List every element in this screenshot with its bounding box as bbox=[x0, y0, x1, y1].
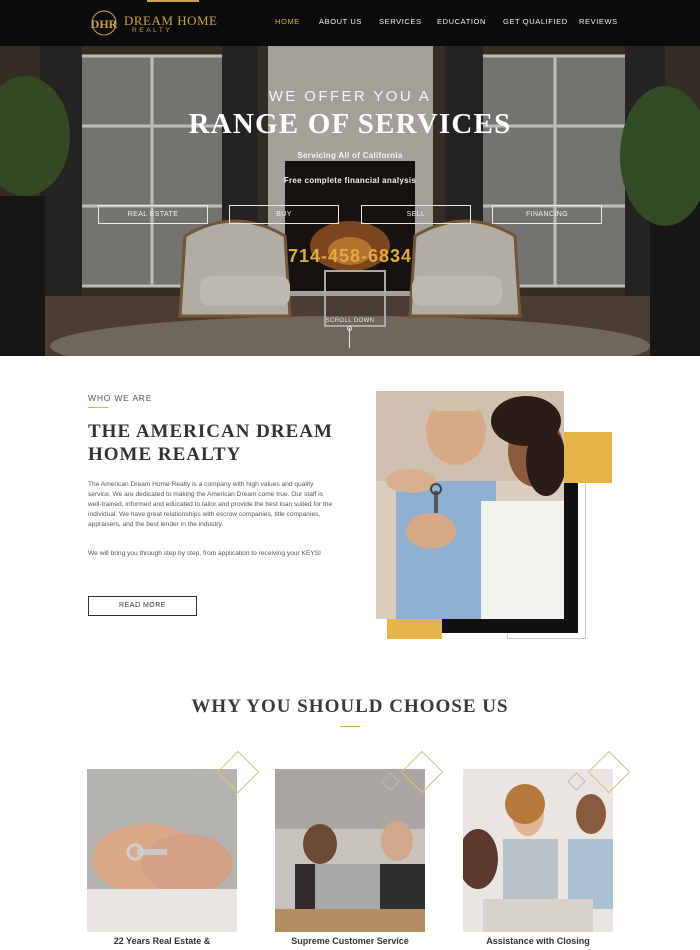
nav-education[interactable]: EDUCATION bbox=[437, 17, 486, 26]
hero-tagline: Free complete financial analysis bbox=[283, 176, 417, 185]
nav-about-us[interactable]: ABOUT US bbox=[319, 17, 362, 26]
buy-button[interactable]: BUY bbox=[229, 205, 339, 224]
nav-accent-line bbox=[147, 0, 199, 2]
hero-subtitle: Servicing All of California bbox=[297, 151, 403, 160]
scroll-line bbox=[349, 328, 350, 348]
customer-service-image bbox=[275, 769, 425, 932]
why-title: WHY YOU SHOULD CHOOSE US bbox=[191, 696, 509, 717]
nav-reviews[interactable]: REVIEWS bbox=[579, 17, 618, 26]
about-title: THE AMERICAN DREAM HOME REALTY bbox=[88, 420, 348, 466]
nav-get-qualified[interactable]: GET QUALIFIED bbox=[503, 17, 568, 26]
top-nav: DHR DREAM HOME REALTY HOME ABOUT US SERV… bbox=[0, 0, 700, 46]
card-title-experience: 22 Years Real Estate & bbox=[113, 936, 211, 946]
read-more-button[interactable]: READ MORE bbox=[88, 596, 197, 616]
card-image-closing[interactable] bbox=[463, 769, 613, 932]
about-paragraph-2: We will bring you through step by step, … bbox=[88, 550, 321, 557]
about-title-line2: HOME REALTY bbox=[88, 444, 242, 465]
real-estate-button[interactable]: REAL ESTATE bbox=[98, 205, 208, 224]
card-title-closing-assistance: Assistance with Closing bbox=[486, 936, 590, 946]
hands-keys-image bbox=[87, 769, 237, 932]
nav-home[interactable]: HOME bbox=[275, 17, 300, 26]
scroll-down-label[interactable]: SCROLL DOWN bbox=[0, 318, 700, 324]
decor-gold-block-bottom bbox=[387, 619, 442, 639]
card-title-customer-service: Supreme Customer Service bbox=[291, 936, 409, 946]
phone-number[interactable]: 714-458-6834 bbox=[0, 246, 700, 267]
about-accent-rule bbox=[88, 407, 108, 408]
brand-subtitle: REALTY bbox=[132, 27, 173, 34]
card-image-service[interactable] bbox=[275, 769, 425, 932]
couple-photo-image bbox=[376, 391, 564, 619]
hero-section: WE OFFER YOU A RANGE OF SERVICES Servici… bbox=[0, 46, 700, 356]
hero-eyebrow: WE OFFER YOU A bbox=[268, 88, 432, 105]
about-eyebrow: WHO WE ARE bbox=[88, 393, 153, 403]
nav-services[interactable]: SERVICES bbox=[379, 17, 422, 26]
logo[interactable]: DHR DREAM HOME REALTY bbox=[88, 8, 217, 38]
svg-text:DHR: DHR bbox=[91, 17, 118, 31]
about-paragraph-1: The American Dream Home Realty is a comp… bbox=[88, 481, 333, 528]
couple-with-keys-photo bbox=[376, 391, 564, 619]
hero-title: RANGE OF SERVICES bbox=[188, 108, 512, 140]
card-image-keys[interactable] bbox=[87, 769, 237, 932]
sell-button[interactable]: SELL bbox=[361, 205, 471, 224]
financing-button[interactable]: FINANCING bbox=[492, 205, 602, 224]
closing-assistance-image bbox=[463, 769, 613, 932]
why-accent-rule bbox=[340, 726, 360, 727]
about-title-line1: THE AMERICAN DREAM bbox=[88, 421, 333, 442]
dhr-monogram-icon: DHR bbox=[91, 10, 118, 36]
decor-gold-block-top bbox=[564, 432, 612, 483]
